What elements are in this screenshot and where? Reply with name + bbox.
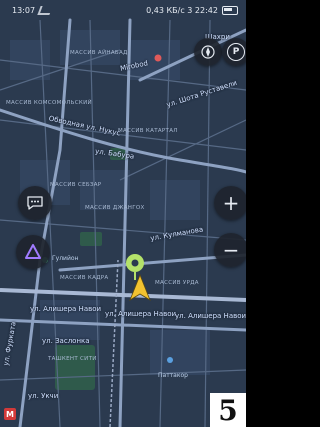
chat-icon [27, 196, 43, 210]
district-label: МАССИВ КАДРА [60, 275, 109, 281]
zoom-in-label: + [222, 191, 240, 215]
status-time: 13:07 [12, 5, 36, 15]
district-label: МАССИВ АЙНАБАД [70, 50, 128, 56]
metro-icon[interactable]: M [4, 408, 16, 420]
road-label: ул. Алишера Навои [175, 312, 246, 320]
parking-button[interactable]: P [222, 38, 246, 66]
zoom-out-button[interactable]: − [214, 233, 246, 267]
district-label: МАССИВ КАТАРТАЛ [118, 128, 178, 134]
parking-label: P [227, 43, 245, 61]
assistant-triangle-icon [25, 244, 41, 259]
voice-assistant-button[interactable] [16, 235, 50, 269]
signal-icon [37, 5, 53, 15]
navigator-screen: 13:07 0,43 КБ/с 3 22:42 Шахри Mirobod ул… [0, 0, 246, 427]
road-label: ул. Алишера Навои [105, 310, 177, 318]
district-label: МАССИВ СЕБЗАР [50, 182, 102, 188]
district-label: МАССИВ КОМСОМОЛЬСКИЙ [6, 100, 92, 106]
battery-icon [222, 5, 238, 15]
status-bar: 13:07 0,43 КБ/с 3 22:42 [0, 0, 246, 20]
poi-marker-red [154, 54, 162, 62]
poi-label[interactable]: Паттакор [158, 372, 188, 379]
status-info: 0,43 КБ/с 3 22:42 [146, 5, 218, 15]
compass-icon [201, 45, 215, 59]
road-label: ул. Алишера Навои [30, 305, 102, 313]
zoom-out-label: − [222, 238, 240, 262]
compass-button[interactable] [194, 38, 222, 66]
district-label: ТАШКЕНТ СИТИ [48, 356, 97, 362]
road-label: ул. Укчи [28, 392, 59, 400]
poi-label[interactable]: Гулийон [52, 255, 78, 262]
district-label: МАССИВ УРДА [155, 280, 199, 286]
poi-marker-blue [167, 357, 173, 363]
district-label: МАССИВ ДЖАНГОХ [85, 205, 145, 211]
chat-button[interactable] [18, 186, 52, 220]
road-label: ул. Заслонка [42, 337, 90, 345]
zoom-in-button[interactable]: + [214, 186, 246, 220]
page-number: 5 [210, 393, 246, 427]
